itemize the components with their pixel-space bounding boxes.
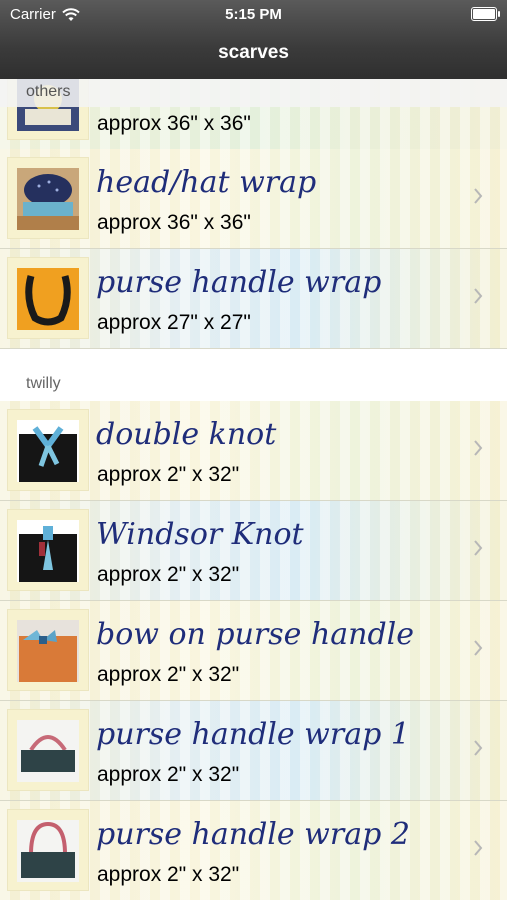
chevron-right-icon	[474, 740, 483, 756]
list-item-windsor-knot[interactable]: Windsor Knot approx 2" x 32"	[0, 501, 507, 601]
item-size: approx 2" x 32"	[97, 763, 240, 786]
chevron-right-icon	[474, 440, 483, 456]
item-title: purse handle wrap	[96, 265, 382, 300]
item-size: approx 36" x 36"	[97, 211, 251, 234]
item-title: bow on purse handle	[96, 617, 415, 652]
chevron-right-icon	[474, 540, 483, 556]
item-title: double knot	[96, 417, 277, 452]
chevron-right-icon	[474, 188, 483, 204]
section-title: twilly	[26, 375, 61, 392]
thumbnail	[7, 609, 89, 691]
thumbnail	[7, 809, 89, 891]
thumbnail	[7, 157, 89, 239]
section-header-others: others	[0, 79, 507, 107]
thumbnail	[7, 409, 89, 491]
battery-icon	[471, 7, 500, 21]
section-header-twilly: twilly	[0, 354, 507, 399]
list-item-purse-handle-wrap-1[interactable]: purse handle wrap 1 approx 2" x 32"	[0, 701, 507, 801]
item-size: approx 27" x 27"	[97, 311, 251, 334]
item-title: purse handle wrap 2	[96, 817, 410, 852]
chevron-right-icon	[474, 640, 483, 656]
status-bar: Carrier 5:15 PM	[0, 0, 507, 28]
section-title: others	[26, 83, 71, 100]
thumbnail	[7, 709, 89, 791]
purse-wrap-2-icon	[17, 820, 79, 882]
page-title: scarves	[218, 42, 289, 63]
navigation-bar: Carrier 5:15 PM scarves	[0, 0, 507, 79]
list-item-bow-on-purse-handle[interactable]: bow on purse handle approx 2" x 32"	[0, 601, 507, 701]
item-title: head/hat wrap	[96, 165, 317, 200]
scarves-list[interactable]: approx 36" x 36" others head/hat wrap ap…	[0, 79, 507, 900]
item-size: approx 2" x 32"	[97, 563, 240, 586]
chevron-right-icon	[474, 840, 483, 856]
purse-wrap-1-icon	[17, 720, 79, 782]
double-knot-icon	[17, 420, 79, 482]
item-size: approx 2" x 32"	[97, 463, 240, 486]
item-size: approx 36" x 36"	[97, 112, 251, 135]
thumbnail	[7, 257, 89, 339]
list-item-purse-handle-wrap-2[interactable]: purse handle wrap 2 approx 2" x 32"	[0, 801, 507, 900]
bow-purse-icon	[17, 620, 79, 682]
purse-handle-wrap-icon	[17, 268, 79, 330]
list-item-purse-handle-wrap[interactable]: purse handle wrap approx 27" x 27"	[0, 249, 507, 349]
item-title: purse handle wrap 1	[96, 717, 410, 752]
windsor-knot-icon	[17, 520, 79, 582]
scarf-head-wrap-icon	[17, 168, 79, 230]
item-title: Windsor Knot	[96, 517, 304, 552]
chevron-right-icon	[474, 288, 483, 304]
list-item-head-hat-wrap[interactable]: head/hat wrap approx 36" x 36"	[0, 149, 507, 249]
item-size: approx 2" x 32"	[97, 663, 240, 686]
list-item-double-knot[interactable]: double knot approx 2" x 32"	[0, 401, 507, 501]
thumbnail	[7, 509, 89, 591]
status-time: 5:15 PM	[225, 6, 282, 23]
item-size: approx 2" x 32"	[97, 863, 240, 886]
